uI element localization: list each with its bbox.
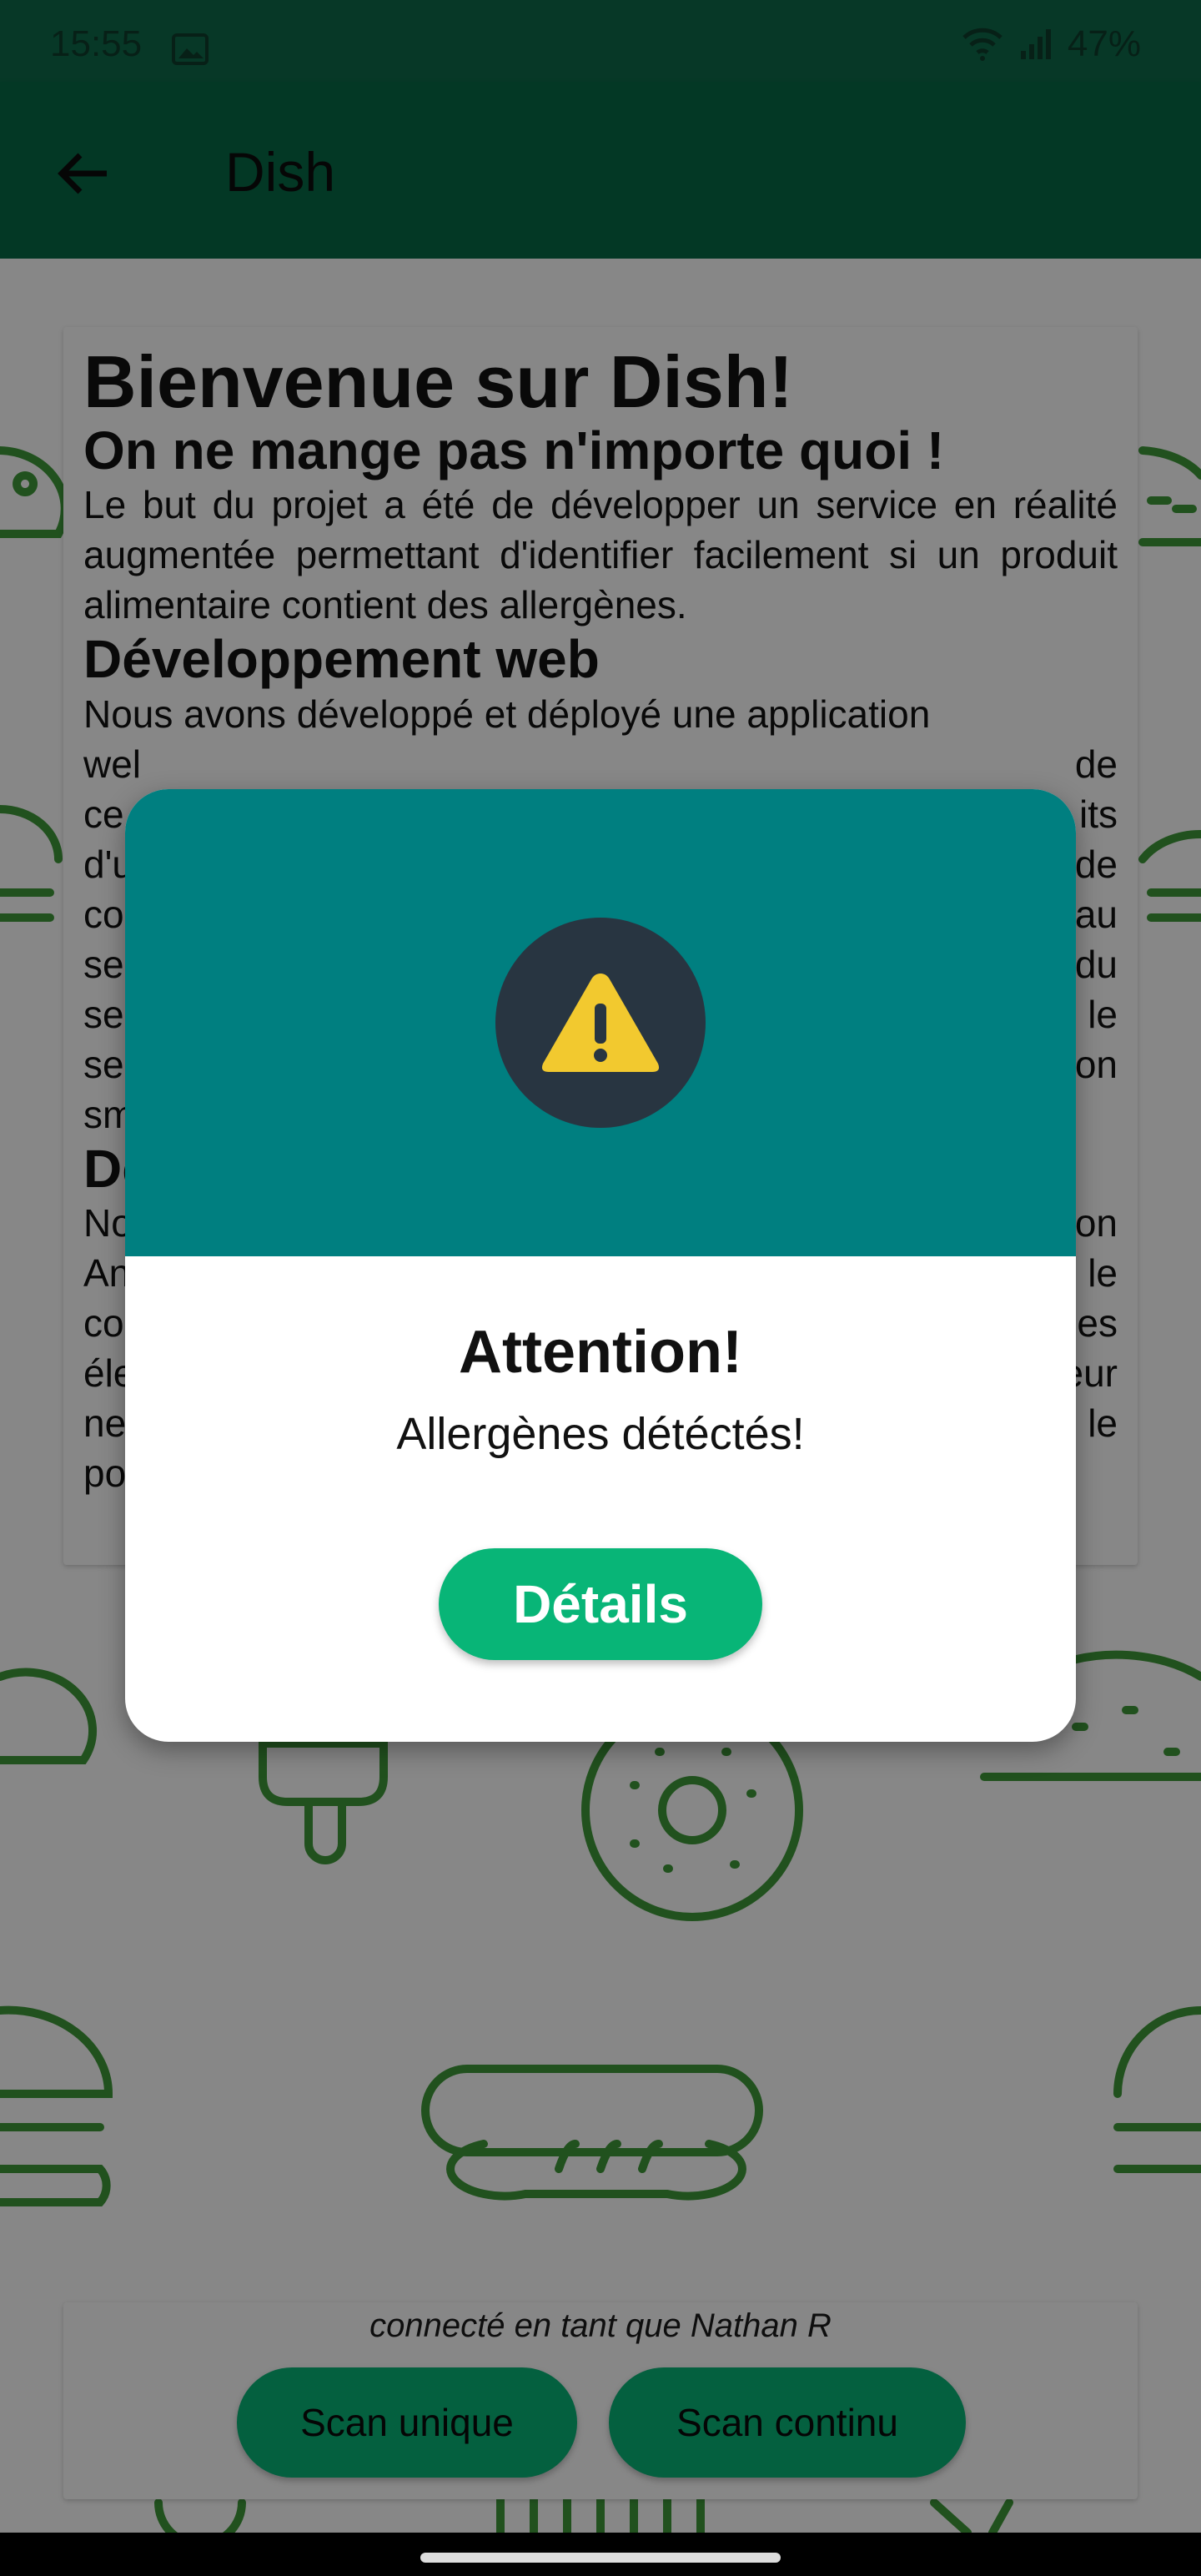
system-nav-bar <box>0 2533 1201 2576</box>
warning-icon <box>541 974 660 1072</box>
home-gesture-handle[interactable] <box>420 2553 781 2563</box>
dialog-subtitle: Allergènes détéctés! <box>396 1409 805 1459</box>
allergen-alert-dialog: Attention! Allergènes détéctés! Détails <box>125 789 1076 1742</box>
dialog-title: Attention! <box>459 1319 742 1386</box>
details-button[interactable]: Détails <box>439 1548 762 1660</box>
warning-badge <box>495 918 706 1128</box>
dialog-header <box>125 789 1076 1256</box>
